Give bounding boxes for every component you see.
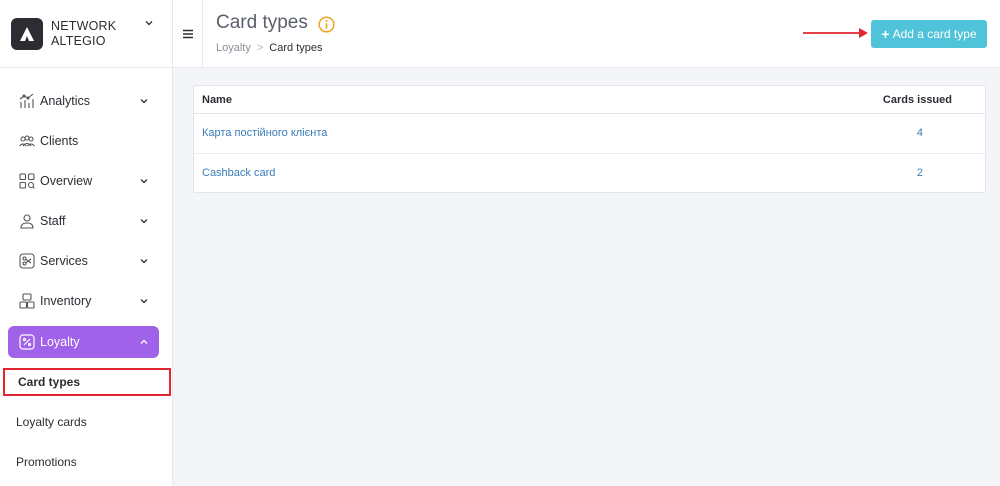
sidebar-subitem-card-types[interactable]: Card types [3,368,171,396]
clients-icon [18,132,36,150]
sidebar-item-label: Inventory [40,294,92,308]
brand-line1: NETWORK [51,18,117,33]
cards-issued-link[interactable]: 2 [917,167,923,179]
chevron-down-icon [145,21,153,26]
sidebar-subitem-label: Card types [18,375,81,389]
sidebar-item-label: Clients [40,134,79,148]
card-type-name-link[interactable]: Cashback card [202,167,275,179]
sidebar-item-services[interactable]: Services [8,245,159,277]
breadcrumb-separator: > [256,42,264,54]
page-title: Card types [216,12,308,33]
brand-line2: ALTEGIO [51,33,106,48]
cards-issued-link[interactable]: 4 [917,127,923,139]
sidebar-item-analytics[interactable]: Analytics [8,85,159,117]
chevron-down-icon [140,99,148,104]
column-header-cards-issued: Cards issued [882,93,952,106]
sidebar-item-label: Analytics [40,94,91,108]
analytics-icon [18,92,36,110]
sidebar-subitem-label: Promotions [16,455,77,469]
add-card-type-button[interactable]: + Add a card type [871,20,987,48]
altegio-logo-icon [11,17,43,50]
sidebar: NETWORK ALTEGIO Analytics Clients Overvi… [0,0,173,486]
sidebar-item-label: Loyalty [40,335,80,349]
sidebar-item-label: Services [40,254,88,268]
breadcrumb: Loyalty > Card types [216,42,323,54]
hamburger-menu-icon[interactable] [173,0,203,68]
add-card-type-label: Add a card type [892,27,977,41]
chevron-up-icon [140,339,148,344]
chevron-down-icon [140,259,148,264]
plus-icon: + [881,26,890,42]
column-header-name: Name [202,93,232,106]
card-types-table: Name Cards issued Карта постійного клієн… [193,85,986,193]
sidebar-item-overview[interactable]: Overview [8,165,159,197]
breadcrumb-parent[interactable]: Loyalty [216,42,251,54]
table-header: Name Cards issued [194,86,985,114]
chevron-down-icon [140,219,148,224]
chevron-down-icon [140,299,148,304]
sidebar-item-loyalty[interactable]: Loyalty [8,326,159,358]
sidebar-item-label: Staff [40,214,66,228]
card-type-name-link[interactable]: Карта постійного клієнта [202,127,327,139]
inventory-icon [18,292,36,310]
table-row: Cashback card 2 [194,154,985,194]
annotation-arrow-icon [803,28,868,38]
info-icon[interactable] [318,16,335,33]
sidebar-item-inventory[interactable]: Inventory [8,285,159,317]
page-header: Card types Loyalty > Card types + Add a ca… [173,0,1000,68]
sidebar-item-clients[interactable]: Clients [8,125,159,157]
sidebar-item-label: Overview [40,174,93,188]
scissors-icon [18,252,36,270]
chevron-down-icon [140,179,148,184]
brand-switcher[interactable]: NETWORK ALTEGIO [0,0,172,68]
sidebar-item-staff[interactable]: Staff [8,205,159,237]
overview-icon [18,172,36,190]
table-row: Карта постійного клієнта 4 [194,114,985,154]
breadcrumb-current: Card types [269,42,323,54]
sidebar-subitem-loyalty-cards[interactable]: Loyalty cards [3,408,171,436]
staff-icon [18,212,36,230]
brand-name: NETWORK ALTEGIO [51,19,116,49]
sidebar-subitem-promotions[interactable]: Promotions [3,448,171,476]
sidebar-subitem-label: Loyalty cards [16,415,87,429]
loyalty-icon [18,333,36,351]
